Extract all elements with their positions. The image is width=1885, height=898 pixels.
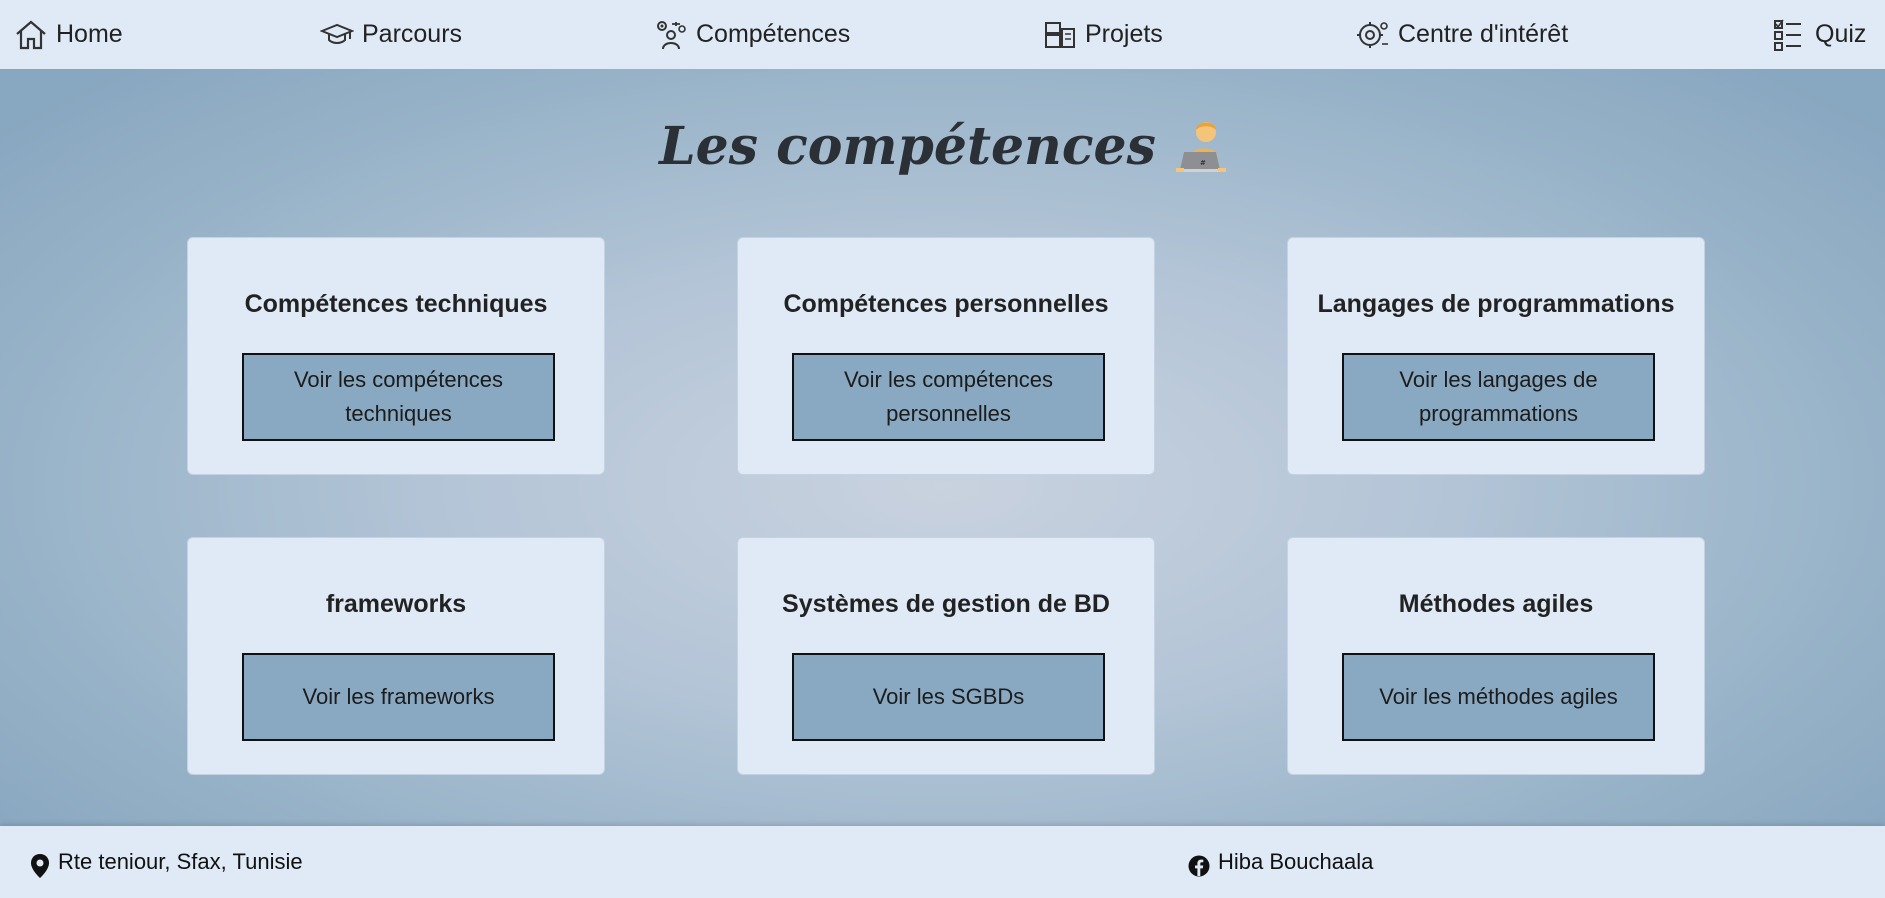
- card-frameworks: frameworks Voir les frameworks: [187, 537, 605, 775]
- home-icon: [14, 19, 48, 51]
- projects-icon: [1043, 19, 1077, 51]
- card-competences-personnelles: Compétences personnelles Voir les compét…: [737, 237, 1155, 475]
- nav-label-competences: Compétences: [696, 20, 851, 48]
- page-title-row: Les compétences #: [0, 116, 1885, 177]
- voir-competences-personnelles-button[interactable]: Voir les compétences personnelles: [792, 353, 1105, 441]
- card-title: Compétences personnelles: [783, 290, 1109, 318]
- card-methodes-agiles: Méthodes agiles Voir les méthodes agiles: [1287, 537, 1705, 775]
- card-langages-programmations: Langages de programmations Voir les lang…: [1287, 237, 1705, 475]
- card-title: Langages de programmations: [1317, 290, 1675, 318]
- footer: Rte teniour, Sfax, Tunisie Hiba Bouchaal…: [0, 826, 1885, 898]
- nav-item-competences[interactable]: Compétences: [654, 0, 850, 69]
- nav-label-projets: Projets: [1085, 20, 1163, 48]
- nav-item-quiz[interactable]: Quiz: [1773, 0, 1866, 69]
- graduation-cap-icon: [320, 19, 354, 51]
- page-title: Les compétences: [659, 116, 1156, 177]
- nav-label-parcours: Parcours: [362, 20, 463, 48]
- nav-item-projets[interactable]: Projets: [1043, 0, 1163, 69]
- checklist-icon: [1773, 19, 1807, 51]
- card-competences-techniques: Compétences techniques Voir les compéten…: [187, 237, 605, 475]
- technologist-emoji: #: [1175, 120, 1226, 174]
- interests-icon: [1356, 19, 1390, 51]
- card-title: Compétences techniques: [244, 290, 548, 318]
- nav-item-home[interactable]: Home: [14, 0, 123, 69]
- top-navigation: Home Parcours Compétences Projets Centre…: [0, 0, 1885, 69]
- footer-address-text: Rte teniour, Sfax, Tunisie: [58, 849, 303, 874]
- voir-sgbds-button[interactable]: Voir les SGBDs: [792, 653, 1105, 741]
- card-title: Systèmes de gestion de BD: [782, 590, 1110, 618]
- footer-social-link[interactable]: Hiba Bouchaala: [1188, 826, 1373, 898]
- nav-item-centre-interet[interactable]: Centre d'intérêt: [1356, 0, 1568, 69]
- card-title: frameworks: [325, 590, 467, 618]
- skills-gear-person-icon: [654, 19, 688, 51]
- voir-methodes-agiles-button[interactable]: Voir les méthodes agiles: [1342, 653, 1655, 741]
- nav-label-centre-interet: Centre d'intérêt: [1398, 20, 1569, 48]
- card-systemes-gestion-bd: Systèmes de gestion de BD Voir les SGBDs: [737, 537, 1155, 775]
- card-title: Méthodes agiles: [1398, 590, 1594, 618]
- map-pin-icon: [30, 853, 50, 879]
- main-content: Les compétences # Compétences techniques…: [0, 69, 1885, 826]
- voir-competences-techniques-button[interactable]: Voir les compétences techniques: [242, 353, 555, 441]
- nav-label-home: Home: [56, 20, 123, 48]
- footer-social-text: Hiba Bouchaala: [1218, 849, 1374, 874]
- voir-frameworks-button[interactable]: Voir les frameworks: [242, 653, 555, 741]
- voir-langages-button[interactable]: Voir les langages de programmations: [1342, 353, 1655, 441]
- facebook-icon: [1188, 855, 1210, 877]
- nav-item-parcours[interactable]: Parcours: [320, 0, 462, 69]
- nav-label-quiz: Quiz: [1815, 20, 1867, 48]
- footer-address: Rte teniour, Sfax, Tunisie: [30, 826, 303, 898]
